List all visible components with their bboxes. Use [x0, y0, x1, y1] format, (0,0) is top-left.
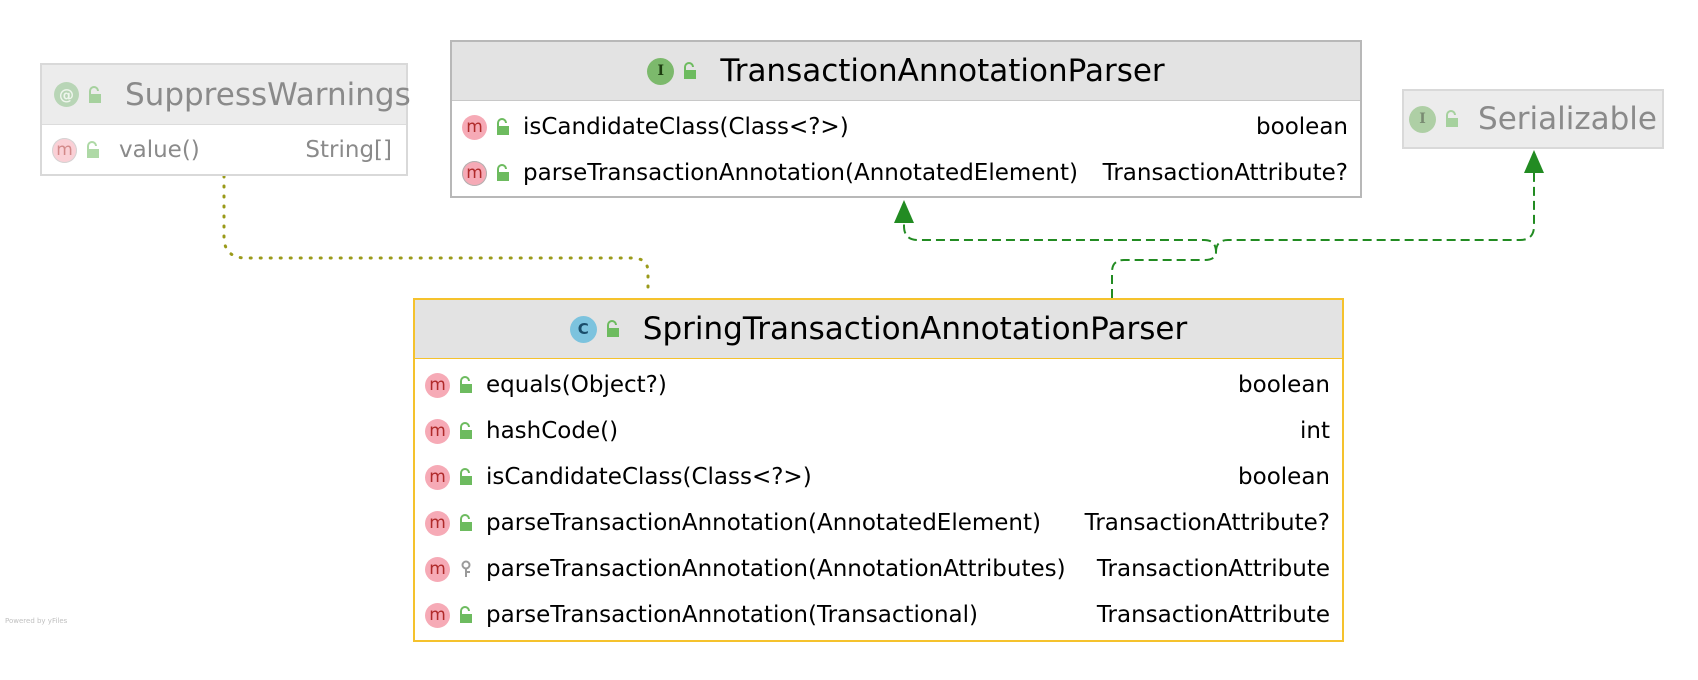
- member-return-type: boolean: [1256, 114, 1348, 140]
- arrowhead-transaction-annotation-parser: [894, 200, 914, 223]
- method-icon: m: [425, 418, 450, 444]
- public-visibility-icon: [87, 85, 103, 104]
- protected-visibility-icon: [458, 560, 474, 578]
- member-signature: isCandidateClass(Class<?>): [523, 114, 849, 140]
- public-visibility-icon: [1444, 110, 1460, 128]
- node-header: @ SuppressWarnings: [42, 65, 411, 125]
- member-signature: value(): [119, 137, 200, 163]
- public-visibility-icon: [682, 62, 698, 80]
- member-signature: parseTransactionAnnotation(AnnotatedElem…: [486, 510, 1041, 536]
- annotation-icon: @: [54, 82, 79, 107]
- member-row[interactable]: m hashCode() int: [425, 408, 1330, 454]
- public-visibility-icon: [458, 422, 474, 440]
- public-visibility-icon: [458, 468, 474, 486]
- method-icon: m: [462, 160, 487, 186]
- member-signature: isCandidateClass(Class<?>): [486, 464, 812, 490]
- serializable-node[interactable]: I Serializable: [1402, 89, 1664, 149]
- powered-by-note: Powered by yFiles: [5, 617, 68, 625]
- member-return-type: boolean: [1238, 464, 1330, 490]
- node-title: TransactionAnnotationParser: [720, 53, 1165, 89]
- public-visibility-icon: [495, 118, 511, 136]
- member-signature: equals(Object?): [486, 372, 667, 398]
- member-row[interactable]: m parseTransactionAnnotation(Transaction…: [425, 592, 1330, 638]
- method-icon: m: [425, 556, 450, 582]
- method-icon: m: [425, 372, 450, 398]
- member-list: m equals(Object?) boolean m hashCode() i…: [415, 359, 1342, 638]
- transaction-annotation-parser-node[interactable]: I TransactionAnnotationParser m isCandid…: [450, 40, 1362, 198]
- member-signature: parseTransactionAnnotation(Transactional…: [486, 602, 978, 628]
- member-return-type: TransactionAttribute?: [1102, 160, 1348, 186]
- member-return-type: TransactionAttribute: [1096, 556, 1330, 582]
- member-signature: parseTransactionAnnotation(AnnotatedElem…: [523, 160, 1078, 186]
- member-return-type: TransactionAttribute: [1096, 602, 1330, 628]
- method-icon: m: [462, 114, 487, 140]
- member-row[interactable]: m equals(Object?) boolean: [425, 362, 1330, 408]
- implements-edge-transaction-annotation-parser: [903, 218, 1218, 298]
- member-row[interactable]: m parseTransactionAnnotation(AnnotatedEl…: [462, 150, 1348, 196]
- method-icon: m: [52, 137, 77, 163]
- member-return-type: boolean: [1238, 372, 1330, 398]
- public-visibility-icon: [495, 164, 511, 182]
- node-header: C SpringTransactionAnnotationParser: [415, 300, 1342, 359]
- member-signature: parseTransactionAnnotation(AnnotationAtt…: [486, 556, 1066, 582]
- member-row[interactable]: m isCandidateClass(Class<?>) boolean: [462, 104, 1348, 150]
- member-return-type: TransactionAttribute?: [1084, 510, 1330, 536]
- member-row[interactable]: m parseTransactionAnnotation(AnnotatedEl…: [425, 500, 1330, 546]
- node-header: I TransactionAnnotationParser: [452, 42, 1360, 101]
- public-visibility-icon: [458, 514, 474, 532]
- node-title: Serializable: [1478, 101, 1657, 137]
- member-list: m isCandidateClass(Class<?>) boolean m p…: [452, 101, 1360, 196]
- interface-icon: I: [1409, 105, 1437, 133]
- public-visibility-icon: [458, 606, 474, 624]
- method-icon: m: [425, 602, 450, 628]
- method-icon: m: [425, 510, 450, 536]
- member-list: m value() String[]: [42, 125, 406, 169]
- method-icon: m: [425, 464, 450, 490]
- member-signature: hashCode(): [486, 418, 619, 444]
- member-row[interactable]: m value() String[]: [52, 131, 392, 169]
- public-visibility-icon: [85, 141, 101, 159]
- suppress-warnings-node[interactable]: @ SuppressWarnings m value() String[]: [40, 63, 411, 176]
- arrowhead-serializable: [1524, 150, 1544, 173]
- node-title: SpringTransactionAnnotationParser: [642, 311, 1188, 347]
- member-return-type: String[]: [305, 137, 392, 163]
- node-header: I Serializable: [1404, 91, 1662, 147]
- public-visibility-icon: [605, 320, 621, 338]
- node-title: SuppressWarnings: [125, 76, 411, 113]
- public-visibility-icon: [458, 376, 474, 394]
- class-icon: C: [569, 315, 597, 343]
- member-row[interactable]: m isCandidateClass(Class<?>) boolean: [425, 454, 1330, 500]
- member-row[interactable]: m parseTransactionAnnotation(AnnotationA…: [425, 546, 1330, 592]
- member-return-type: int: [1300, 418, 1330, 444]
- spring-transaction-annotation-parser-node[interactable]: C SpringTransactionAnnotationParser m eq…: [413, 298, 1344, 642]
- interface-icon: I: [647, 57, 675, 85]
